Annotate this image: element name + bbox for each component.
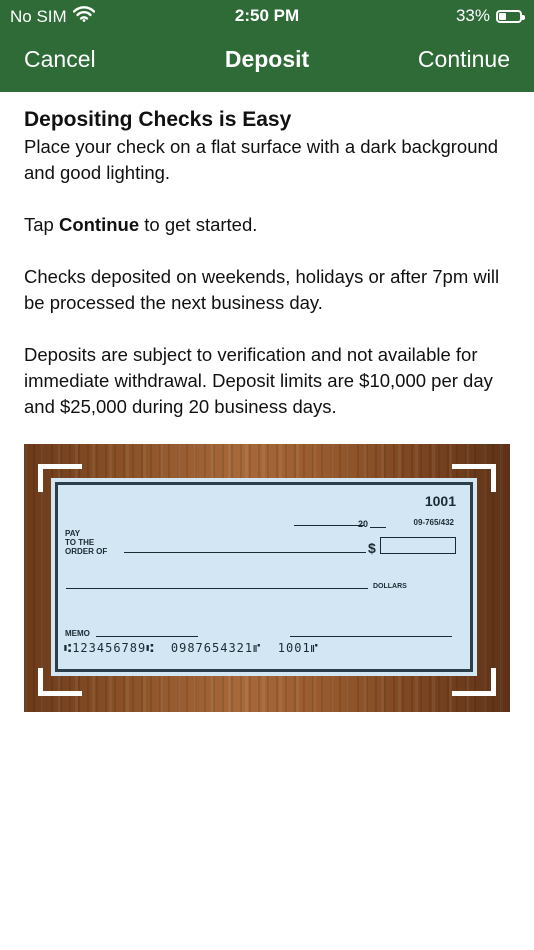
- frame-corner-bottom-left: [38, 668, 82, 696]
- status-time: 2:50 PM: [234, 6, 300, 25]
- sample-check: 1001 09-765/432 20 PAY TO THE ORDER OF $…: [51, 478, 477, 676]
- micr-line: ⑆123456789⑆ 0987654321⑈ 1001⑈: [64, 641, 319, 655]
- check-illustration: 1001 09-765/432 20 PAY TO THE ORDER OF $…: [24, 444, 510, 712]
- payee-line: [124, 552, 366, 553]
- frame-corner-bottom-right: [452, 668, 496, 696]
- memo-line: [96, 636, 198, 637]
- dollar-sign: $: [368, 540, 376, 556]
- status-right: 33%: [455, 6, 525, 26]
- check-number: 1001: [424, 493, 456, 509]
- memo-label: MEMO: [65, 629, 90, 638]
- navigation-bar: Cancel Deposit Continue: [0, 44, 534, 80]
- intro-text: Place your check on a flat surface with …: [24, 136, 499, 183]
- status-bar: No SIM 2:50 PM 33%: [0, 0, 534, 30]
- battery-percent: 33%: [455, 6, 490, 25]
- date-year-line: [370, 527, 386, 528]
- instructions-heading: Depositing Checks is Easy: [24, 108, 292, 131]
- pay-to-label: PAY TO THE ORDER OF: [65, 529, 108, 556]
- weekend-notice: Checks deposited on weekends, holidays o…: [24, 266, 500, 313]
- routing-fraction: 09-765/432: [413, 518, 454, 527]
- written-amount-line: [66, 588, 368, 589]
- cancel-button[interactable]: Cancel: [24, 46, 96, 73]
- dollars-label: DOLLARS: [373, 583, 407, 590]
- date-line: [294, 525, 364, 526]
- signature-line: [290, 636, 452, 637]
- top-bar: No SIM 2:50 PM 33% Cancel Deposit Contin…: [0, 0, 534, 92]
- deposit-limits-notice: Deposits are subject to verification and…: [24, 344, 493, 417]
- amount-box: [380, 537, 456, 554]
- continue-button[interactable]: Continue: [418, 46, 510, 73]
- tap-continue-text: Tap Continue to get started.: [24, 214, 258, 235]
- instructions: Depositing Checks is Easy Place your che…: [0, 92, 534, 420]
- battery-icon: [496, 9, 525, 23]
- date-year-prefix: 20: [358, 519, 369, 529]
